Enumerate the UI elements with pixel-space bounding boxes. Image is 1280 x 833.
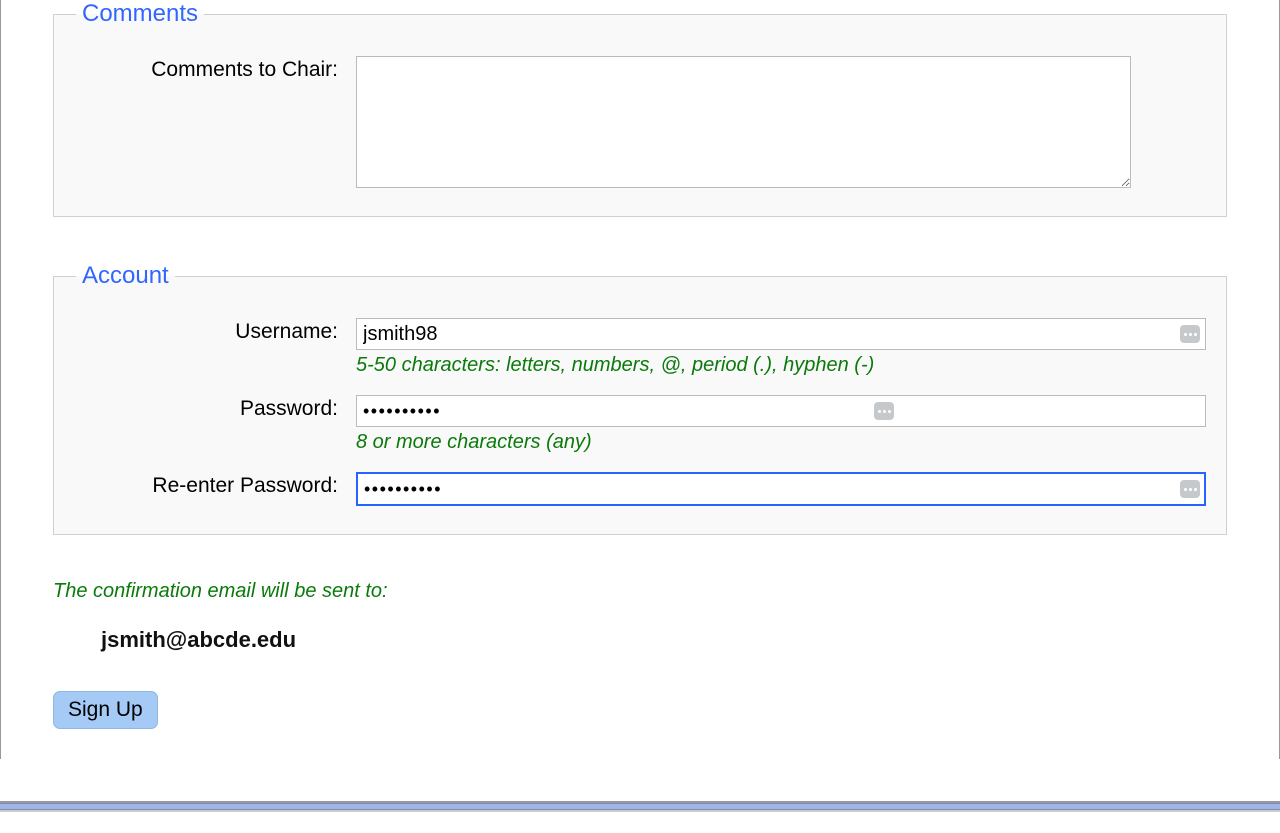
- password-hint: 8 or more characters (any): [356, 431, 1206, 454]
- username-hint: 5-50 characters: letters, numbers, @, pe…: [356, 354, 1206, 377]
- ellipsis-icon[interactable]: [1180, 325, 1200, 343]
- comments-legend: Comments: [76, 0, 204, 28]
- reenter-password-label: Re-enter Password:: [74, 472, 356, 498]
- ellipsis-icon[interactable]: [874, 402, 894, 420]
- account-legend: Account: [76, 262, 175, 290]
- confirmation-email: jsmith@abcde.edu: [101, 627, 1227, 653]
- comments-chair-textarea[interactable]: [356, 56, 1131, 188]
- username-input[interactable]: [356, 318, 1206, 350]
- confirmation-text: The confirmation email will be sent to:: [53, 580, 1227, 603]
- comments-fieldset: Comments Comments to Chair:: [53, 0, 1227, 217]
- ellipsis-icon[interactable]: [1180, 480, 1200, 498]
- footer-divider: [0, 801, 1280, 812]
- reenter-password-input[interactable]: [356, 472, 1206, 506]
- password-label: Password:: [74, 395, 356, 421]
- username-label: Username:: [74, 318, 356, 344]
- account-fieldset: Account Username: 5-50 characters: lette…: [53, 262, 1227, 535]
- comments-chair-label: Comments to Chair:: [74, 56, 356, 82]
- signup-button[interactable]: Sign Up: [53, 691, 158, 729]
- password-input[interactable]: [356, 395, 1206, 427]
